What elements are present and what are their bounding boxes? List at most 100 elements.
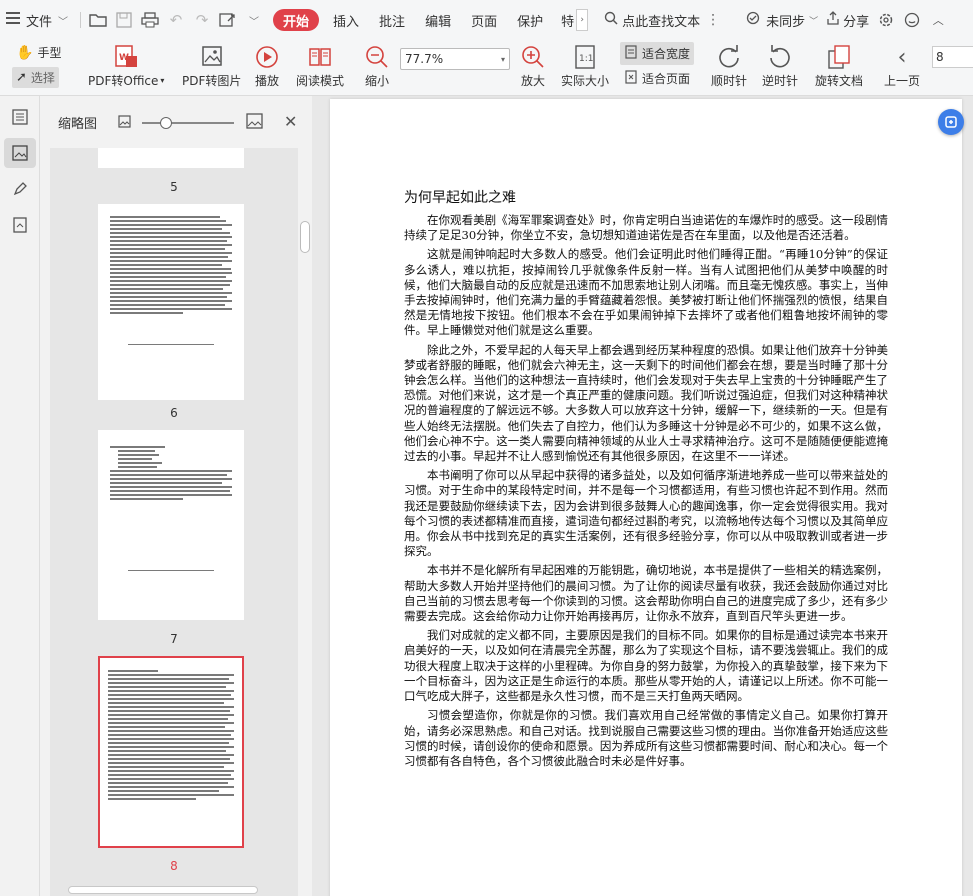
pdf-to-office-button[interactable]: W PDF转Office ▾ (88, 42, 164, 89)
zoom-in-label: 放大 (520, 74, 545, 88)
paragraph: 本书并不是化解所有早起困难的万能钥匙，确切地说，本书是提供了一些相关的精选案例，… (404, 563, 888, 624)
thumbnail-scrollbar[interactable] (298, 148, 312, 896)
pdf-to-image-icon (199, 42, 225, 72)
select-tool-label: 选择 (30, 71, 55, 85)
thumbnail-label: 5 (170, 180, 178, 194)
more-options-icon[interactable]: ⋮ (706, 12, 720, 28)
share-button[interactable]: 分享 (822, 6, 873, 34)
fit-width-icon (624, 45, 638, 62)
thumbnail-page-6[interactable] (98, 204, 244, 400)
attachment-icon[interactable] (4, 210, 36, 240)
document-page: 为何早起如此之难 在你观看美剧《海军罪案调查处》时，你肯定明白当迪诺佐的车爆炸时… (330, 99, 962, 896)
slider-handle[interactable] (160, 117, 172, 129)
thumbnail-label: 6 (170, 406, 178, 420)
thumbnail-list: 5 6 7 8 (50, 148, 298, 896)
sync-status[interactable]: 未同步 ﹀ (742, 6, 822, 34)
thumbnail-icon[interactable] (3, 138, 36, 168)
previous-page-button[interactable]: ‹ 上一页 (884, 42, 920, 89)
rotate-document-icon (826, 42, 852, 72)
zoom-out-icon (364, 42, 390, 72)
tab-insert[interactable]: 插入 (325, 6, 367, 34)
page-number-input[interactable]: 8 (932, 46, 973, 68)
floating-tool-button[interactable] (938, 109, 964, 135)
thumbnail-page-7[interactable] (98, 430, 244, 620)
paragraph: 我们对成就的定义都不同，主要原因是我们的目标不同。如果你的目标是通过读完本书来开… (404, 628, 888, 704)
thumbnail-panel-header: 缩略图 ✕ (40, 96, 312, 148)
annotation-icon[interactable] (4, 174, 36, 204)
rotate-clockwise-label: 顺时针 (711, 74, 748, 88)
file-menu-label: 文件 (26, 14, 53, 30)
hand-tool[interactable]: ✋ 手型 (16, 44, 61, 61)
close-icon[interactable]: ✕ (284, 112, 297, 131)
undo-icon[interactable]: ↶ (163, 7, 189, 33)
zoom-out-label: 缩小 (364, 74, 389, 88)
svg-text:1:1: 1:1 (579, 54, 593, 64)
rotate-clockwise-icon (716, 42, 742, 72)
thumbnail-panel: 缩略图 ✕ 5 6 7 8 (40, 96, 312, 896)
fit-width-button[interactable]: 适合宽度 (620, 42, 695, 65)
collapse-ribbon-icon[interactable]: ︿ (925, 7, 951, 33)
actual-size-label: 实际大小 (561, 74, 610, 88)
thumbnail-page-8[interactable] (98, 656, 244, 848)
fit-page-button[interactable]: 适合页面 (624, 70, 690, 87)
ribbon-toolbar: ✋ 手型 ➚ 选择 W PDF转Office ▾ PDF转图片 播放 阅读模式 (0, 40, 973, 96)
tab-page[interactable]: 页面 (463, 6, 505, 34)
tab-protect[interactable]: 保护 (509, 6, 551, 34)
save-icon[interactable] (111, 7, 137, 33)
zoom-in-button[interactable]: 放大 (520, 42, 546, 89)
document-view[interactable]: 为何早起如此之难 在你观看美剧《海军罪案调查处》时，你肯定明白当迪诺佐的车爆炸时… (312, 96, 973, 896)
tab-start[interactable]: 开始 (273, 9, 320, 31)
file-menu[interactable]: 文件 ﹀ (0, 6, 76, 34)
share-icon (826, 11, 840, 29)
cursor-icon: ➚ (16, 70, 27, 85)
rotate-clockwise-button[interactable]: 顺时针 (711, 42, 747, 89)
open-folder-icon[interactable] (85, 7, 111, 33)
pdf-to-office-icon: W (112, 42, 140, 72)
rotate-counterclockwise-button[interactable]: 逆时针 (762, 42, 798, 89)
tab-edit[interactable]: 编辑 (417, 6, 459, 34)
outline-icon[interactable] (4, 102, 36, 132)
thumbnail-panel-title: 缩略图 (58, 116, 98, 132)
zoom-select[interactable]: 77.7% ▾ (400, 48, 510, 70)
thumbnail-size-slider[interactable] (142, 117, 234, 129)
tab-annotate[interactable]: 批注 (371, 6, 413, 34)
pdf-to-image-button[interactable]: PDF转图片 (182, 42, 241, 89)
select-tool[interactable]: ➚ 选择 (12, 67, 59, 88)
zoom-out-button[interactable]: 缩小 (364, 42, 390, 89)
thumbnail-size-small-icon[interactable] (118, 115, 131, 132)
actual-size-button[interactable]: 1:1 实际大小 (561, 42, 609, 89)
settings-icon[interactable] (873, 7, 899, 33)
scrollbar-thumb[interactable] (300, 221, 310, 253)
paragraph: 这就是闹钟响起时大多数人的感受。他们会证明此时他们睡得正酣。“再睡10分钟”的保… (404, 247, 888, 338)
thumbnail-label: 7 (170, 632, 178, 646)
user-icon[interactable] (899, 7, 925, 33)
paragraph: 在你观看美剧《海军罪案调查处》时，你肯定明白当迪诺佐的车爆炸时的感受。这一段剧情… (404, 213, 888, 243)
thumbnail-page-5[interactable] (98, 148, 244, 168)
page-number-value: 8 (936, 50, 944, 64)
play-button[interactable]: 播放 (254, 42, 280, 89)
hscrollbar-thumb[interactable] (68, 886, 258, 894)
thumbnail-hscrollbar[interactable] (50, 884, 298, 896)
hand-icon: ✋ (16, 44, 34, 61)
divider (80, 12, 82, 28)
more-dropdown-icon[interactable]: ﹀ (241, 7, 267, 33)
redo-icon[interactable]: ↷ (189, 7, 215, 33)
print-icon[interactable] (137, 7, 163, 33)
search-icon (604, 11, 618, 29)
thumbnail-size-large-icon[interactable] (246, 113, 263, 133)
find-text-search[interactable]: 点此查找文本 (596, 11, 700, 30)
pdf-to-office-label: PDF转Office (88, 74, 159, 88)
hand-tool-label: 手型 (37, 46, 62, 60)
read-mode-button[interactable]: 阅读模式 (296, 42, 344, 89)
search-label: 点此查找文本 (622, 14, 701, 30)
sync-label: 未同步 (766, 14, 806, 30)
rotate-document-button[interactable]: 旋转文档 (815, 42, 863, 89)
tabs-scroll-right-button[interactable]: › (576, 9, 589, 31)
pdf-to-image-label: PDF转图片 (182, 74, 242, 88)
thumbnail-label-selected: 8 (170, 859, 178, 873)
book-icon (307, 42, 333, 72)
side-icon-strip (0, 96, 40, 896)
format-convert-icon[interactable] (215, 7, 241, 33)
tab-special[interactable]: 特 (553, 6, 576, 34)
document-body: 在你观看美剧《海军罪案调查处》时，你肯定明白当迪诺佐的车爆炸时的感受。这一段剧情… (404, 213, 888, 773)
